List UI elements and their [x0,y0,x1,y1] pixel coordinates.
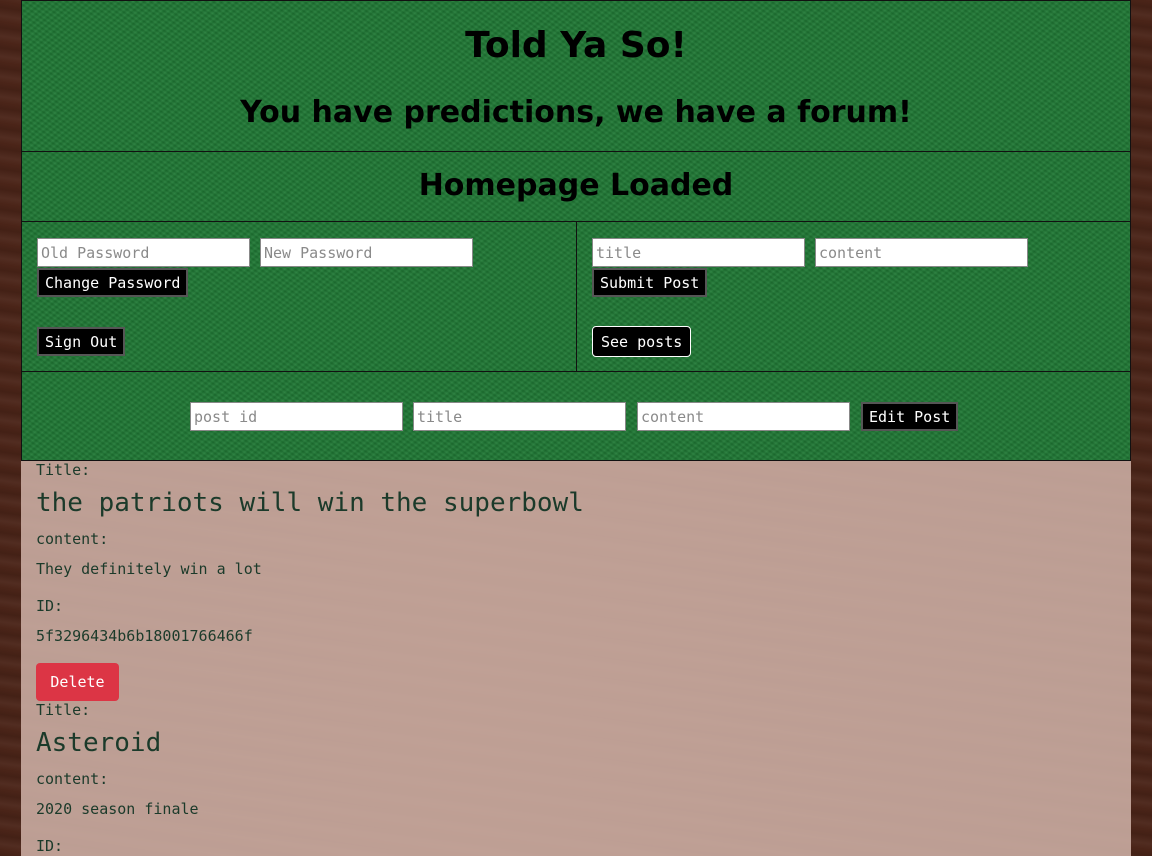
post-title-label: Title: [36,701,91,719]
edit-post-id-input[interactable] [190,402,403,431]
submit-post-button[interactable]: Submit Post [592,268,708,297]
account-panel: Change Password Sign Out [21,221,577,372]
status-message: Homepage Loaded [418,168,734,203]
delete-post-button[interactable]: Delete [36,663,119,701]
sign-out-button[interactable]: Sign Out [37,327,126,356]
new-post-content-input[interactable] [815,238,1028,267]
post-content: They definitely win a lot [36,560,262,578]
edit-post-button[interactable]: Edit Post [861,402,959,431]
new-post-title-input[interactable] [592,238,805,267]
post-title: Asteroid [36,728,162,758]
old-password-input[interactable] [37,238,250,267]
post-title-label: Title: [36,461,91,479]
post-content-label: content: [36,530,109,548]
post-id: 5f3296434b6b18001766466f [36,627,253,645]
page: Told Ya So! You have predictions, we hav… [21,0,1131,856]
status-banner: Homepage Loaded [21,151,1131,222]
site-header: Told Ya So! You have predictions, we hav… [21,0,1131,152]
site-title: Told Ya So! [465,25,687,66]
post-title: the patriots will win the superbowl [36,488,584,518]
post-content-label: content: [36,770,109,788]
edit-post-title-input[interactable] [413,402,626,431]
see-posts-button[interactable]: See posts [592,326,692,357]
change-password-button[interactable]: Change Password [37,268,189,297]
posts-list: Title: the patriots will win the superbo… [21,461,1131,856]
post-id-label: ID: [36,597,64,615]
post-content: 2020 season finale [36,800,199,818]
edit-post-content-input[interactable] [637,402,850,431]
edit-post-bar: Edit Post [21,371,1131,461]
site-subtitle: You have predictions, we have a forum! [240,95,912,130]
post-id-label: ID: [36,837,64,855]
new-post-panel: Submit Post See posts [576,221,1131,372]
new-password-input[interactable] [260,238,473,267]
